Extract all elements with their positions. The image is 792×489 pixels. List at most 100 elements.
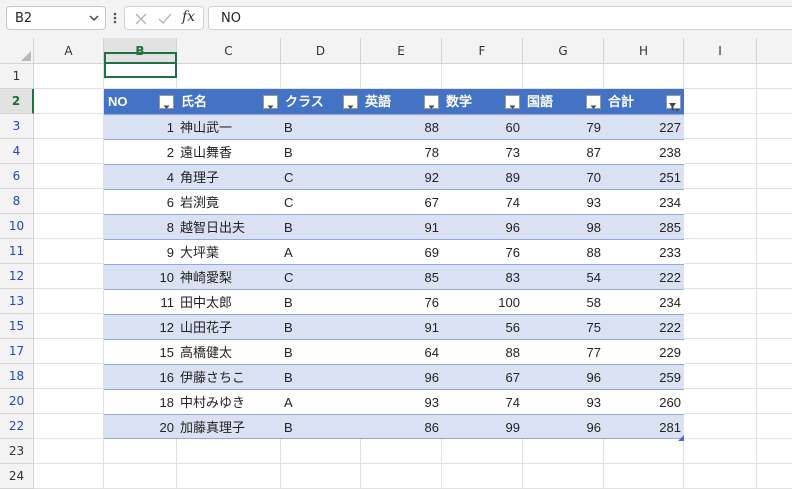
table-cell-name[interactable]: 角理子	[177, 164, 281, 189]
table-cell-japanese[interactable]: 75	[523, 314, 604, 339]
filter-dropdown-button[interactable]	[159, 95, 174, 109]
cancel-icon[interactable]	[133, 11, 149, 27]
table-cell-name[interactable]: 田中太郎	[177, 289, 281, 314]
table-cell-english[interactable]: 67	[361, 189, 442, 214]
filter-applied-dropdown-button[interactable]	[666, 95, 681, 112]
table-cell-class[interactable]: B	[281, 364, 361, 389]
table-cell-math[interactable]: 100	[442, 289, 523, 314]
table-cell-english[interactable]: 93	[361, 389, 442, 414]
table-cell-no[interactable]: 8	[104, 214, 177, 239]
table-cell-total[interactable]: 251	[604, 164, 684, 189]
table-cell-japanese[interactable]: 79	[523, 114, 604, 139]
column-header-c[interactable]: C	[177, 38, 281, 64]
table-cell-no[interactable]: 15	[104, 339, 177, 364]
column-header-a[interactable]: A	[34, 38, 104, 64]
table-cell-english[interactable]: 96	[361, 364, 442, 389]
filter-dropdown-button[interactable]	[586, 95, 601, 109]
table-cell-math[interactable]: 73	[442, 139, 523, 164]
table-header-class[interactable]: クラス	[281, 89, 361, 114]
table-header-japanese[interactable]: 国語	[523, 89, 604, 114]
table-cell-english[interactable]: 92	[361, 164, 442, 189]
table-cell-name[interactable]: 遠山舞香	[177, 139, 281, 164]
table-header-math[interactable]: 数学	[442, 89, 523, 114]
table-cell-no[interactable]: 11	[104, 289, 177, 314]
name-box[interactable]: B2	[6, 6, 106, 30]
table-cell-total[interactable]: 260	[604, 389, 684, 414]
table-cell-name[interactable]: 伊藤さちこ	[177, 364, 281, 389]
table-cell-class[interactable]: B	[281, 139, 361, 164]
table-cell-name[interactable]: 大坪葉	[177, 239, 281, 264]
table-header-english[interactable]: 英語	[361, 89, 442, 114]
table-cell-math[interactable]: 76	[442, 239, 523, 264]
table-cell-no[interactable]: 9	[104, 239, 177, 264]
formula-input[interactable]: NO	[208, 6, 792, 30]
table-cell-math[interactable]: 74	[442, 189, 523, 214]
row-header-22[interactable]: 22	[0, 414, 34, 439]
table-cell-total[interactable]: 222	[604, 314, 684, 339]
table-cell-class[interactable]: B	[281, 289, 361, 314]
table-cell-english[interactable]: 85	[361, 264, 442, 289]
row-header-4[interactable]: 4	[0, 139, 34, 164]
column-header-b[interactable]: B	[104, 38, 177, 64]
table-cell-name[interactable]: 中村みゆき	[177, 389, 281, 414]
table-cell-math[interactable]: 99	[442, 414, 523, 439]
filter-dropdown-button[interactable]	[424, 95, 439, 109]
table-cell-name[interactable]: 神山武一	[177, 114, 281, 139]
table-cell-class[interactable]: C	[281, 189, 361, 214]
table-cell-name[interactable]: 高橋健太	[177, 339, 281, 364]
table-cell-name[interactable]: 神崎愛梨	[177, 264, 281, 289]
table-cell-japanese[interactable]: 54	[523, 264, 604, 289]
select-all-corner[interactable]	[0, 38, 34, 64]
table-cell-english[interactable]: 91	[361, 314, 442, 339]
table-cell-class[interactable]: B	[281, 339, 361, 364]
row-header-15[interactable]: 15	[0, 314, 34, 339]
table-cell-no[interactable]: 4	[104, 164, 177, 189]
table-cell-japanese[interactable]: 77	[523, 339, 604, 364]
table-cell-name[interactable]: 山田花子	[177, 314, 281, 339]
row-header-17[interactable]: 17	[0, 339, 34, 364]
row-header-24[interactable]: 24	[0, 464, 34, 489]
filter-dropdown-button[interactable]	[263, 95, 278, 109]
table-cell-math[interactable]: 96	[442, 214, 523, 239]
table-cell-english[interactable]: 88	[361, 114, 442, 139]
table-cell-english[interactable]: 76	[361, 289, 442, 314]
table-cell-english[interactable]: 91	[361, 214, 442, 239]
table-cell-english[interactable]: 78	[361, 139, 442, 164]
table-cell-math[interactable]: 56	[442, 314, 523, 339]
table-header-total[interactable]: 合計	[604, 89, 684, 114]
table-cell-japanese[interactable]: 87	[523, 139, 604, 164]
enter-check-icon[interactable]	[157, 11, 173, 27]
table-cell-japanese[interactable]: 96	[523, 364, 604, 389]
table-cell-total[interactable]: 234	[604, 189, 684, 214]
row-header-20[interactable]: 20	[0, 389, 34, 414]
column-header-i[interactable]: I	[684, 38, 757, 64]
table-cell-japanese[interactable]: 70	[523, 164, 604, 189]
table-cell-math[interactable]: 88	[442, 339, 523, 364]
table-cell-japanese[interactable]: 88	[523, 239, 604, 264]
table-cell-no[interactable]: 10	[104, 264, 177, 289]
table-cell-no[interactable]: 2	[104, 139, 177, 164]
table-cell-total[interactable]: 259	[604, 364, 684, 389]
table-cell-no[interactable]: 18	[104, 389, 177, 414]
table-cell-math[interactable]: 74	[442, 389, 523, 414]
table-cell-total[interactable]: 229	[604, 339, 684, 364]
more-options-icon[interactable]	[111, 8, 119, 28]
table-cell-english[interactable]: 64	[361, 339, 442, 364]
table-cell-math[interactable]: 83	[442, 264, 523, 289]
table-cell-class[interactable]: A	[281, 389, 361, 414]
table-cell-class[interactable]: B	[281, 414, 361, 439]
table-header-no[interactable]: NO	[104, 89, 177, 114]
table-cell-math[interactable]: 89	[442, 164, 523, 189]
table-cell-class[interactable]: B	[281, 114, 361, 139]
table-cell-class[interactable]: B	[281, 214, 361, 239]
table-cell-no[interactable]: 1	[104, 114, 177, 139]
table-header-name[interactable]: 氏名	[177, 89, 281, 114]
column-header-f[interactable]: F	[442, 38, 523, 64]
table-cell-japanese[interactable]: 58	[523, 289, 604, 314]
column-header-j[interactable]	[757, 38, 792, 64]
row-header-8[interactable]: 8	[0, 189, 34, 214]
table-cell-class[interactable]: C	[281, 264, 361, 289]
table-cell-japanese[interactable]: 98	[523, 214, 604, 239]
table-cell-total[interactable]: 227	[604, 114, 684, 139]
table-cell-japanese[interactable]: 93	[523, 389, 604, 414]
